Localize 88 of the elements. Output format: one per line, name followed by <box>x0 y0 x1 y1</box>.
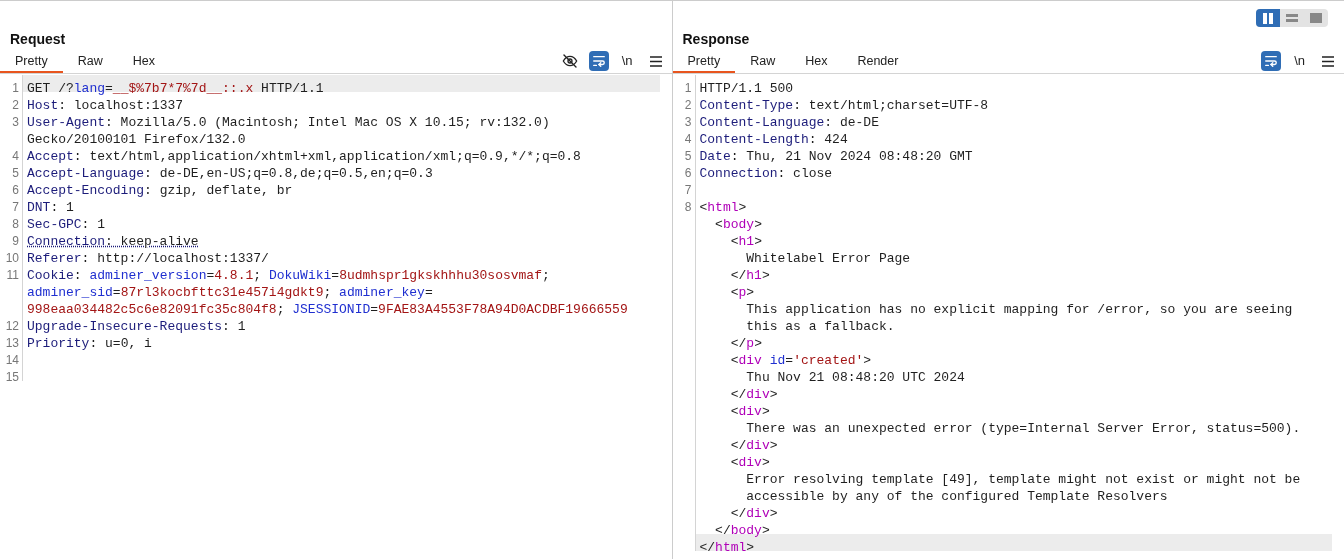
code-line: User-Agent: Mozilla/5.0 (Macintosh; Intel Mac OS X 10.15; rv:132.0) <box>27 115 550 130</box>
code-line: This application has no explicit mapping for /error, so you are seeing <box>745 302 1293 317</box>
code-line: </p> <box>729 336 762 351</box>
code-line: HTTP/1.1 500 <box>699 81 794 96</box>
code-line: Upgrade-Insecure-Requests: 1 <box>27 319 246 334</box>
code-line: <html> <box>699 200 747 215</box>
line-number: 2 <box>684 98 692 112</box>
line-number: 8 <box>12 217 19 231</box>
tab[interactable]: Render <box>842 52 914 73</box>
code-line: Thu Nov 21 08:48:20 UTC 2024 <box>745 370 965 385</box>
line-number: 2 <box>12 98 19 112</box>
tab[interactable]: Hex <box>790 52 843 73</box>
code-line: Content-Type: text/html;charset=UTF-8 <box>699 98 989 113</box>
code-line: </div> <box>729 506 778 521</box>
line-number: 8 <box>684 200 692 214</box>
line-number: 6 <box>12 183 19 197</box>
code-line: </div> <box>729 387 778 402</box>
line-number: 14 <box>5 353 19 367</box>
code-line: Content-Language: de-DE <box>699 115 879 130</box>
code-line: this as a fallback. <box>745 319 895 334</box>
line-number: 13 <box>5 336 19 350</box>
code-line: </h1> <box>729 268 770 283</box>
wrap-icon <box>591 54 606 68</box>
code-line: 998eaa034482c5c6e82091fc35c804f8; JSESSIONID=9FAE83A4553F78A94D0ACDBF19666559 <box>27 302 628 317</box>
wrap-icon <box>1264 54 1279 68</box>
rows-icon <box>1286 13 1298 23</box>
line-number: 4 <box>684 132 692 146</box>
wrap-button[interactable] <box>1261 51 1282 71</box>
code-line: </body> <box>714 523 770 538</box>
code-line: Host: localhost:1337 <box>27 98 184 113</box>
code-line: Accept: text/html,application/xhtml+xml,application/xml;q=0.9,*/*;q=0.8 <box>27 149 581 164</box>
tab[interactable]: Raw <box>62 52 118 73</box>
panel-title: Response <box>681 30 751 49</box>
tab[interactable]: Pretty <box>672 52 736 73</box>
code-line: GET /?lang=__$%7b7*7%7d__::.x HTTP/1.1 <box>27 81 324 96</box>
line-number: 9 <box>12 234 19 248</box>
code-line: Priority: u=0, i <box>27 336 152 351</box>
tab[interactable]: Hex <box>117 52 170 73</box>
line-number: 5 <box>12 166 19 180</box>
code-line: <p> <box>729 285 755 300</box>
code-line: <body> <box>714 217 762 232</box>
square-icon <box>1310 13 1322 23</box>
code-line: <h1> <box>729 234 762 249</box>
code-line: Whitelabel Error Page <box>745 251 911 266</box>
line-number: 3 <box>684 115 692 129</box>
code-line: Date: Thu, 21 Nov 2024 08:48:20 GMT <box>699 149 973 164</box>
line-number: 12 <box>5 319 19 333</box>
code-line: </html> <box>699 540 755 555</box>
line-number: 11 <box>6 268 19 282</box>
menu-icon <box>1322 55 1334 67</box>
code-line: <div> <box>729 404 770 419</box>
line-number: 6 <box>684 166 692 180</box>
tab[interactable]: Raw <box>735 52 791 73</box>
line-number: 1 <box>12 81 19 95</box>
code-line: </div> <box>729 438 778 453</box>
code-line: Connection: close <box>699 166 833 181</box>
panel-title: Request <box>9 30 67 49</box>
line-number: 7 <box>684 183 692 197</box>
code-line: Gecko/20100101 Firefox/132.0 <box>27 132 246 147</box>
layout-toggle[interactable] <box>1256 9 1280 27</box>
code-line: Cookie: adminer_version=4.8.1; DokuWiki=8udmhspr1gkskhhhu30sosvmaf; <box>27 268 550 283</box>
columns-icon <box>1262 12 1274 24</box>
eye-off-icon <box>561 53 578 69</box>
wrap-button[interactable] <box>588 51 609 71</box>
line-number: 4 <box>12 149 19 163</box>
line-number: 15 <box>5 370 19 384</box>
menu-icon <box>649 55 662 67</box>
line-number: 3 <box>12 115 19 129</box>
code-line: Sec-GPC: 1 <box>27 217 105 232</box>
code-line: Accept-Encoding: gzip, deflate, br <box>27 183 293 198</box>
code-line: accessible by any of the configured Template Resolvers <box>745 489 1168 504</box>
line-number: 7 <box>12 200 19 214</box>
code-line: DNT: 1 <box>27 200 74 215</box>
code-line: Error resolving template [49], template might not exist or might not be <box>745 472 1301 487</box>
tab[interactable]: Pretty <box>0 52 63 73</box>
code-line: Content-Length: 424 <box>699 132 848 147</box>
code-line: Connection: keep-alive <box>27 234 199 249</box>
code-line: <div id='created'> <box>729 353 872 368</box>
code-line: adminer_sid=87rl3kocbfttc31e457i4gdkt9; adminer_key= <box>27 285 433 300</box>
newline-button[interactable]: \n <box>617 51 637 71</box>
newline-button[interactable]: \n <box>1290 51 1309 71</box>
code-line: Accept-Language: de-DE,en-US;q=0.8,de;q=0.5,en;q=0.3 <box>27 166 433 181</box>
line-number: 10 <box>5 251 19 265</box>
code-line: <div> <box>729 455 770 470</box>
code-line: There was an unexpected error (type=Internal Server Error, status=500). <box>745 421 1301 436</box>
line-number: 5 <box>684 149 692 163</box>
line-number: 1 <box>684 81 692 95</box>
code-line: Referer: http://localhost:1337/ <box>27 251 269 266</box>
